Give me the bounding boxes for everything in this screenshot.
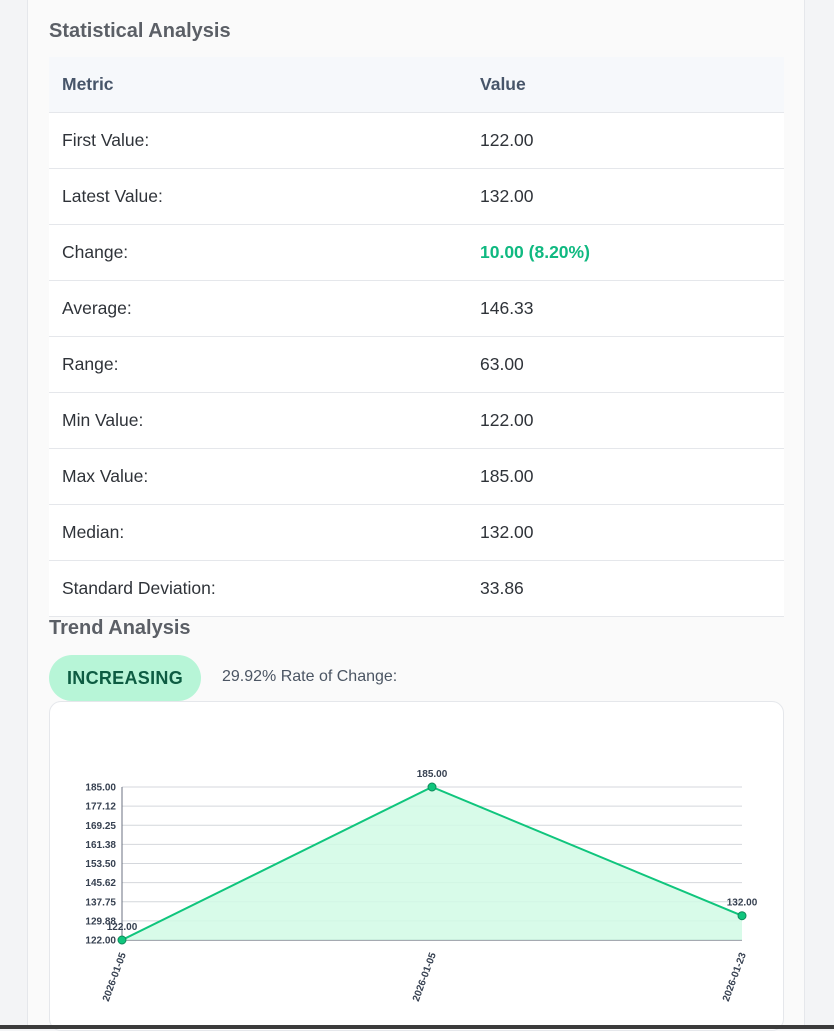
metric-column-header: Metric <box>49 57 467 113</box>
metric-value: 122.00 <box>467 392 784 449</box>
trend-direction-badge: INCREASING <box>49 655 201 701</box>
metric-value: 33.86 <box>467 560 784 617</box>
x-tick-label: 2026-01-05 <box>101 951 129 1003</box>
data-point <box>737 911 747 921</box>
metric-value: 122.00 <box>467 112 784 169</box>
trend-analysis-title: Trend Analysis <box>49 617 191 639</box>
metric-label: Median: <box>49 504 467 561</box>
table-row: Average: 146.33 <box>49 280 784 337</box>
x-tick-label: 2026-01-05 <box>411 951 439 1003</box>
metric-value: 63.00 <box>467 336 784 393</box>
table-row: Max Value: 185.00 <box>49 448 784 505</box>
y-tick-label: 145.62 <box>85 878 116 889</box>
analysis-panel: Statistical Analysis Metric Value First … <box>27 0 805 1031</box>
x-tick-label: 2026-01-23 <box>721 951 749 1003</box>
table-row: Latest Value: 132.00 <box>49 168 784 225</box>
data-label: 132.00 <box>727 898 758 909</box>
metric-value: 132.00 <box>467 504 784 561</box>
table-row: Range: 63.00 <box>49 336 784 393</box>
y-tick-label: 169.25 <box>85 821 116 832</box>
stats-table-header: Metric Value <box>49 57 784 113</box>
y-tick-label: 122.00 <box>85 936 116 947</box>
data-point <box>117 935 127 945</box>
metric-label: Average: <box>49 280 467 337</box>
y-tick-label: 153.50 <box>85 859 116 870</box>
statistical-analysis-title: Statistical Analysis <box>49 20 231 42</box>
metric-label: Change: <box>49 224 467 281</box>
metric-label: Min Value: <box>49 392 467 449</box>
data-point <box>427 782 437 792</box>
metric-value: 132.00 <box>467 168 784 225</box>
window-bottom-edge <box>0 1025 834 1029</box>
trend-line-chart: 185.00 177.12 169.25 161.38 153.50 145.62 137.… <box>85 769 758 1003</box>
y-tick-label: 161.38 <box>85 840 116 851</box>
metric-label: Range: <box>49 336 467 393</box>
table-row: Median: 132.00 <box>49 504 784 561</box>
trend-chart-card: 185.00 177.12 169.25 161.38 153.50 145.62 137.… <box>49 701 784 1031</box>
table-row: Min Value: 122.00 <box>49 392 784 449</box>
table-row: First Value: 122.00 <box>49 112 784 169</box>
y-tick-label: 137.75 <box>85 897 116 908</box>
stats-table: Metric Value First Value: 122.00 Latest … <box>49 57 784 617</box>
metric-value: 146.33 <box>467 280 784 337</box>
metric-label: Max Value: <box>49 448 467 505</box>
value-column-header: Value <box>467 57 784 113</box>
data-label: 185.00 <box>417 769 448 780</box>
metric-label: Standard Deviation: <box>49 560 467 617</box>
y-tick-label: 177.12 <box>85 802 116 813</box>
change-value: 10.00 (8.20%) <box>467 224 784 281</box>
table-row: Standard Deviation: 33.86 <box>49 560 784 617</box>
y-tick-label: 185.00 <box>85 783 116 794</box>
table-row: Change: 10.00 (8.20%) <box>49 224 784 281</box>
metric-label: First Value: <box>49 112 467 169</box>
metric-label: Latest Value: <box>49 168 467 225</box>
metric-value: 185.00 <box>467 448 784 505</box>
rate-of-change-text: 29.92% Rate of Change: <box>222 668 398 685</box>
data-label: 122.00 <box>107 922 138 933</box>
